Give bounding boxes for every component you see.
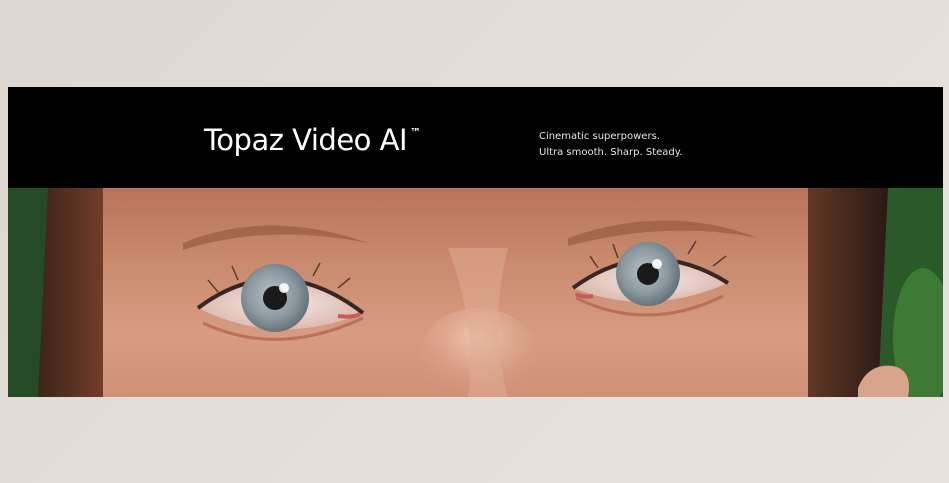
brand-name: Topaz Video AI bbox=[204, 123, 408, 157]
tagline-line-1: Cinematic superpowers. bbox=[539, 131, 660, 142]
brand-title: Topaz Video AI ™ bbox=[204, 123, 421, 157]
page: Topaz Video AI ™ Cinematic superpowers. U… bbox=[0, 0, 949, 483]
banner-header: Topaz Video AI ™ Cinematic superpowers. U… bbox=[8, 87, 943, 188]
trademark-symbol: ™ bbox=[410, 126, 421, 139]
eyes-photo bbox=[8, 188, 943, 397]
ad-banner[interactable]: Topaz Video AI ™ Cinematic superpowers. U… bbox=[8, 87, 943, 397]
tagline: Cinematic superpowers. Ultra smooth. Sha… bbox=[539, 129, 682, 161]
tagline-line-2: Ultra smooth. Sharp. Steady. bbox=[539, 147, 683, 158]
eyes-photo-illustration bbox=[8, 188, 943, 397]
